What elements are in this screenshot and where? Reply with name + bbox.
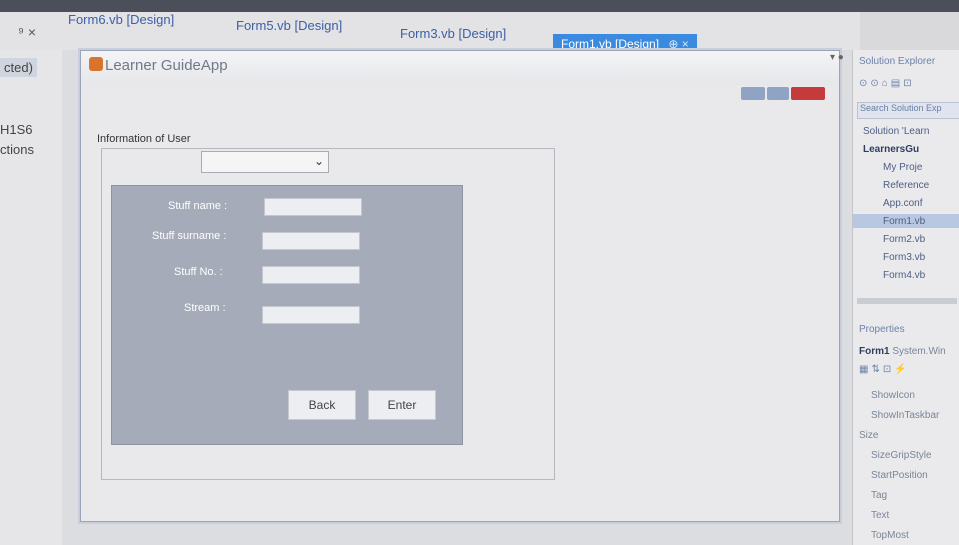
stuff-number-label: Stuff No. : bbox=[174, 266, 223, 278]
stream-field[interactable] bbox=[262, 306, 360, 324]
property-row[interactable]: Size bbox=[859, 430, 878, 441]
solution-explorer-title: Solution Explorer bbox=[859, 56, 936, 67]
property-row[interactable]: ShowIcon bbox=[871, 390, 915, 401]
close-button[interactable] bbox=[791, 87, 825, 100]
chevron-down-icon[interactable]: ⌄ bbox=[314, 154, 324, 168]
property-row[interactable]: TopMost bbox=[871, 530, 909, 541]
tree-item[interactable]: Form3.vb bbox=[883, 252, 925, 263]
tree-item[interactable]: Reference bbox=[883, 180, 929, 191]
solution-node[interactable]: Solution 'Learn bbox=[863, 126, 929, 137]
properties-toolbar-icons[interactable]: ▦⇅⊡⚡ bbox=[859, 364, 910, 375]
form-designer-window[interactable]: Learner GuideApp Information of User ⌄ S… bbox=[80, 50, 840, 522]
property-row[interactable]: Tag bbox=[871, 490, 887, 501]
properties-object[interactable]: Form1 System.Win bbox=[859, 346, 946, 357]
left-tool-panel: cted) H1S6 ctions bbox=[0, 50, 63, 545]
minimize-button[interactable] bbox=[741, 87, 765, 100]
app-icon bbox=[89, 57, 103, 71]
stuff-surname-field[interactable] bbox=[262, 232, 360, 250]
property-row[interactable]: ShowInTaskbar bbox=[871, 410, 939, 421]
horizontal-scrollbar[interactable] bbox=[857, 298, 957, 304]
property-row[interactable]: Text bbox=[871, 510, 889, 521]
properties-title: Properties bbox=[859, 324, 905, 335]
document-tab-strip: ⁹ × Form6.vb [Design] Form5.vb [Design] … bbox=[0, 12, 860, 50]
tree-item[interactable]: Form4.vb bbox=[883, 270, 925, 281]
stuff-details-panel: Stuff name : Stuff surname : Stuff No. :… bbox=[111, 185, 463, 445]
property-row[interactable]: StartPosition bbox=[871, 470, 928, 481]
stuff-surname-label: Stuff surname : bbox=[152, 230, 227, 242]
tree-item[interactable]: My Proje bbox=[883, 162, 922, 173]
tab-form3-design[interactable]: Form3.vb [Design] bbox=[400, 26, 506, 41]
property-row[interactable]: SizeGripStyle bbox=[871, 450, 932, 461]
stream-label: Stream : bbox=[184, 302, 226, 314]
tab-form6-design[interactable]: Form6.vb [Design] bbox=[68, 12, 174, 27]
title-strip bbox=[0, 0, 959, 12]
tab-form5-design[interactable]: Form5.vb [Design] bbox=[236, 18, 342, 33]
left-panel-item[interactable]: ctions bbox=[0, 142, 34, 157]
tree-item-form1[interactable]: Form1.vb bbox=[883, 216, 925, 227]
enter-button[interactable]: Enter bbox=[368, 390, 436, 420]
project-node[interactable]: LearnersGu bbox=[863, 144, 919, 155]
pin-icon[interactable]: ▾ ● bbox=[830, 52, 844, 63]
left-panel-item[interactable]: H1S6 bbox=[0, 122, 33, 137]
back-button[interactable]: Back bbox=[288, 390, 356, 420]
tab-form1-close-icon[interactable]: ⊕ × bbox=[668, 37, 688, 51]
maximize-button[interactable] bbox=[767, 87, 789, 100]
stuff-name-label: Stuff name : bbox=[168, 200, 228, 212]
properties-object-name: Form1 bbox=[859, 346, 890, 357]
tree-item[interactable]: Form2.vb bbox=[883, 234, 925, 245]
user-combobox[interactable]: ⌄ bbox=[201, 151, 329, 173]
stuff-name-field[interactable] bbox=[264, 198, 362, 216]
properties-object-type: System.Win bbox=[892, 346, 946, 357]
groupbox-label: Information of User bbox=[97, 133, 195, 145]
form-title: Learner GuideApp bbox=[105, 57, 228, 74]
tab-close-icon[interactable]: ⁹ × bbox=[18, 24, 36, 40]
tree-item[interactable]: App.conf bbox=[883, 198, 922, 209]
form-titlebar: Learner GuideApp bbox=[81, 51, 839, 85]
solution-explorer-panel: Solution Explorer ⊙⊙⌂▤⊡ Search Solution … bbox=[852, 50, 959, 545]
left-panel-item[interactable]: cted) bbox=[0, 58, 37, 77]
tab-form1-label: Form1.vb [Design] bbox=[561, 37, 660, 51]
toolbar-icons[interactable]: ⊙⊙⌂▤⊡ bbox=[859, 78, 915, 89]
stuff-number-field[interactable] bbox=[262, 266, 360, 284]
solution-search-input[interactable]: Search Solution Exp bbox=[857, 102, 959, 119]
